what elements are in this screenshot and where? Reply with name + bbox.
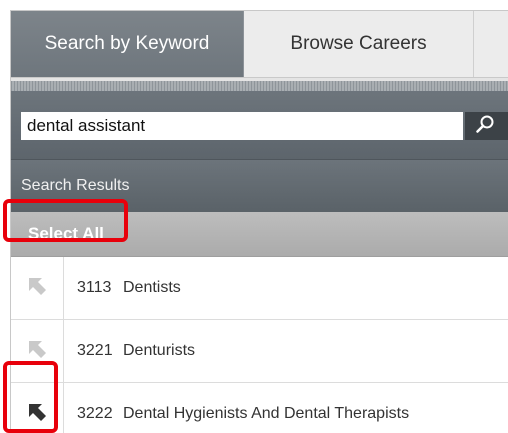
result-row-3222[interactable]: 3222 Dental Hygienists And Dental Therap… bbox=[11, 383, 508, 433]
result-row-3221[interactable]: 3221 Denturists bbox=[11, 320, 508, 383]
select-all-bar: Select All bbox=[11, 212, 508, 257]
career-search-panel: Search by Keyword Browse Careers Search … bbox=[10, 10, 508, 433]
tab-search-by-keyword[interactable]: Search by Keyword bbox=[11, 11, 244, 77]
result-row-3113[interactable]: 3113 Dentists bbox=[11, 257, 508, 320]
tab-bar-filler bbox=[474, 11, 508, 77]
occupation-code: 3222 bbox=[77, 405, 113, 422]
arrow-up-left-icon bbox=[26, 338, 48, 365]
select-all-link[interactable]: Select All bbox=[28, 224, 104, 244]
screenshot-frame: Search by Keyword Browse Careers Search … bbox=[0, 0, 508, 433]
occupation-title[interactable]: Denturists bbox=[123, 342, 195, 360]
tab-bar: Search by Keyword Browse Careers bbox=[11, 11, 508, 78]
dotted-strip bbox=[11, 81, 508, 91]
add-arrow-button[interactable] bbox=[11, 320, 64, 382]
arrow-up-left-icon bbox=[26, 275, 48, 302]
search-button[interactable] bbox=[465, 112, 508, 140]
occupation-title[interactable]: Dental Hygienists And Dental Therapists bbox=[123, 405, 409, 423]
occupation-code: 3113 bbox=[77, 279, 112, 296]
arrow-up-left-icon bbox=[26, 401, 48, 428]
magnifier-icon bbox=[475, 114, 495, 139]
search-input[interactable] bbox=[21, 112, 463, 140]
search-area bbox=[11, 78, 508, 159]
occupation-code: 3221 bbox=[77, 342, 113, 359]
add-arrow-button[interactable] bbox=[11, 257, 64, 319]
search-results-header: Search Results bbox=[11, 159, 508, 212]
occupation-title[interactable]: Dentists bbox=[123, 279, 181, 297]
add-arrow-button[interactable] bbox=[11, 383, 64, 433]
tab-browse-careers[interactable]: Browse Careers bbox=[244, 11, 474, 77]
